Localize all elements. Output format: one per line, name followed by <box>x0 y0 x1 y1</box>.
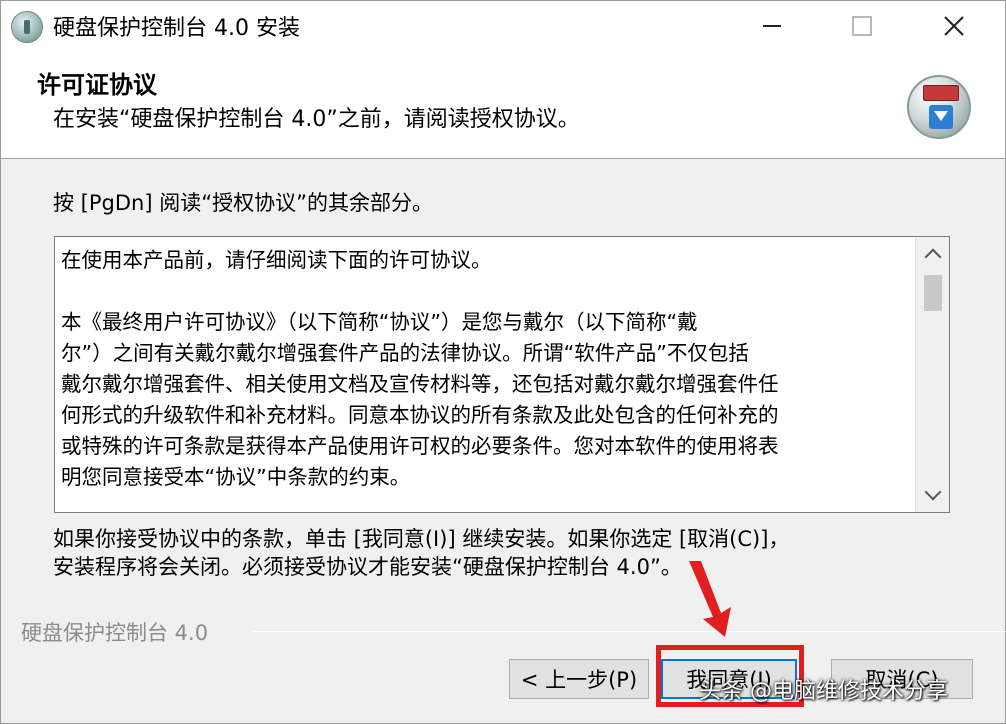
brand-separator: 硬盘保护控制台 4.0 <box>21 617 1006 645</box>
page-title: 许可证协议 <box>37 71 157 99</box>
close-icon <box>944 16 964 36</box>
maximize-button <box>839 1 885 51</box>
license-textbox[interactable]: 在使用本产品前，请仔细阅读下面的许可协议。 本《最终用户许可协议》（以下简称“协… <box>54 236 950 513</box>
accept-instruction: 如果你接受协议中的条款，单击 [我同意(I)] 继续安装。如果你选定 [取消(C… <box>53 527 790 579</box>
installer-app-icon <box>11 11 43 43</box>
annotation-arrow-icon <box>689 561 731 637</box>
logo-tag <box>923 85 959 101</box>
maximize-icon <box>852 16 872 36</box>
scroll-up-button[interactable] <box>916 237 949 271</box>
page-subtitle: 在安装“硬盘保护控制台 4.0”之前，请阅读授权协议。 <box>53 107 580 132</box>
scroll-instruction: 按 [PgDn] 阅读“授权协议”的其余部分。 <box>53 191 433 215</box>
watermark-text: 头条 @电脑维修技术分享 <box>699 679 948 704</box>
chevron-down-icon <box>924 483 941 501</box>
installer-window: 硬盘保护控制台 4.0 安装 许可证协议 在安装“硬盘保护控制台 4.0”之前，… <box>0 0 1006 724</box>
minimize-icon <box>763 25 781 27</box>
chevron-up-icon <box>924 248 941 266</box>
brand-label: 硬盘保护控制台 4.0 <box>21 621 209 645</box>
minimize-button[interactable] <box>749 1 795 51</box>
title-bar[interactable]: 硬盘保护控制台 4.0 安装 <box>1 1 1005 51</box>
installer-logo-icon <box>907 75 971 139</box>
wizard-header: 许可证协议 在安装“硬盘保护控制台 4.0”之前，请阅读授权协议。 <box>1 51 1005 159</box>
scroll-down-button[interactable] <box>916 478 949 512</box>
download-arrow-icon <box>929 105 953 129</box>
back-button[interactable]: < 上一步(P) <box>509 659 649 699</box>
license-text: 在使用本产品前，请仔细阅读下面的许可协议。 本《最终用户许可协议》（以下简称“协… <box>61 248 779 489</box>
license-scrollbar[interactable] <box>915 237 949 512</box>
separator-line <box>253 631 1006 632</box>
scroll-thumb[interactable] <box>924 275 942 311</box>
window-title: 硬盘保护控制台 4.0 安装 <box>53 16 300 41</box>
close-button[interactable] <box>931 1 977 51</box>
